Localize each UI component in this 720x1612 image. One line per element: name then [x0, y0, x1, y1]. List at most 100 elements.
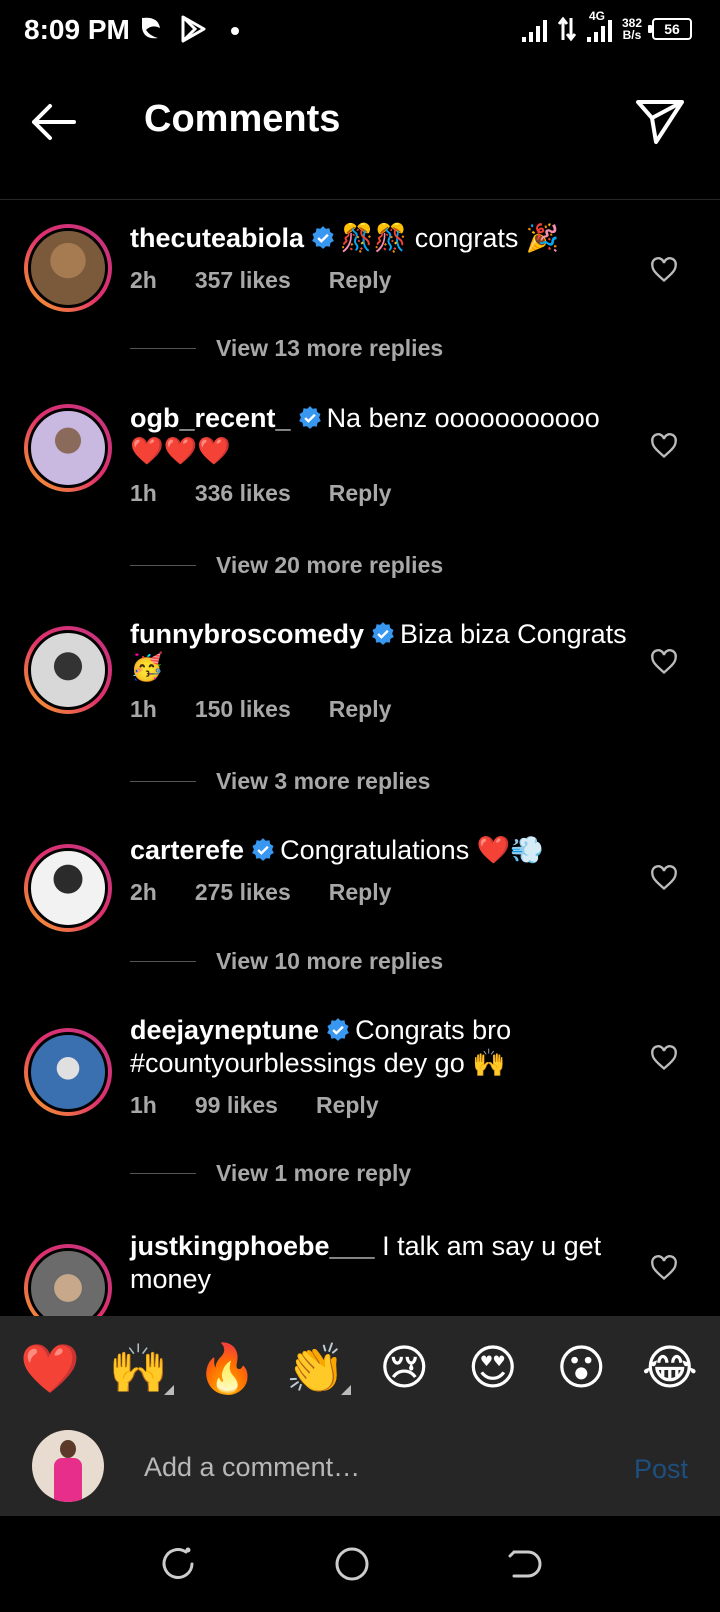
back-arrow-icon[interactable] [26, 94, 82, 150]
comment-time: 1h [130, 1092, 157, 1118]
view-replies-label: View 13 more replies [216, 335, 444, 361]
avatar[interactable] [24, 404, 112, 492]
like-heart-icon[interactable] [650, 864, 678, 892]
view-replies-label: View 1 more reply [216, 1160, 412, 1186]
like-heart-icon[interactable] [650, 1254, 678, 1282]
replies-divider [130, 1173, 196, 1174]
status-right: 4G 382 B/s 56 [521, 10, 692, 42]
verified-badge-icon [327, 1018, 349, 1041]
comment-likes[interactable]: 99 likes [195, 1092, 278, 1119]
avatar[interactable] [24, 224, 112, 312]
verified-badge-icon [252, 838, 274, 861]
comment-item: justkingphoebe___ I talk am say u get mo… [0, 1230, 720, 1316]
comment-input[interactable]: Add a comment… [144, 1452, 360, 1483]
emoji-raised-hands-glyph: 🙌 [108, 1342, 169, 1396]
avatar-head [60, 1440, 76, 1458]
back-nav-icon[interactable] [506, 1544, 546, 1584]
comment-text: 🎊🎊 congrats 🎉 [340, 223, 560, 253]
verified-badge-icon [298, 406, 321, 429]
comment-item: deejayneptune Congrats bro #countyourbles… [0, 1014, 720, 1119]
emoji-surprised[interactable]: 😮 [546, 1340, 616, 1396]
play-store-icon [181, 15, 206, 43]
comment-username[interactable]: justkingphoebe___ [130, 1231, 375, 1261]
view-replies-label: View 10 more replies [216, 948, 444, 974]
reply-button[interactable]: Reply [329, 879, 392, 906]
reply-button[interactable]: Reply [316, 1092, 379, 1119]
net-speed: 382 B/s [622, 17, 642, 41]
like-heart-icon[interactable] [650, 1044, 678, 1072]
comment-username[interactable]: ogb_recent_ [130, 403, 291, 433]
current-user-avatar[interactable] [32, 1430, 104, 1502]
page-title: Comments [144, 98, 341, 140]
reply-button[interactable]: Reply [329, 696, 392, 723]
view-replies-button[interactable]: View 1 more reply [130, 1160, 411, 1187]
comment-likes[interactable]: 357 likes [195, 267, 291, 294]
notification-dot-icon [231, 27, 239, 35]
emoji-raised-hands[interactable]: 🙌 [104, 1340, 174, 1397]
view-replies-button[interactable]: View 20 more replies [130, 552, 443, 579]
comment-time: 1h [130, 696, 157, 722]
avatar-body [54, 1458, 82, 1502]
emoji-heart[interactable]: ❤️ [15, 1340, 85, 1397]
app-notification-icon [142, 17, 160, 39]
home-icon[interactable] [332, 1544, 372, 1584]
avatar[interactable] [24, 626, 112, 714]
like-heart-icon[interactable] [650, 648, 678, 676]
net-speed-unit: B/s [622, 28, 642, 42]
status-time: 8:09 PM [24, 14, 130, 45]
emoji-reaction-bar: ❤️ 🙌 🔥 👏 😢 😍 😮 😂 [0, 1316, 720, 1420]
reply-button[interactable]: Reply [329, 480, 392, 507]
emoji-clap[interactable]: 👏 [281, 1340, 351, 1397]
comment-item: carterefe Congratulations ❤️💨 2h 275 like… [0, 834, 720, 932]
avatar[interactable] [24, 844, 112, 932]
signal-4g: 4G [586, 10, 612, 42]
emoji-clap-glyph: 👏 [285, 1342, 346, 1396]
like-heart-icon[interactable] [650, 432, 678, 460]
view-replies-button[interactable]: View 10 more replies [130, 948, 443, 975]
avatar[interactable] [24, 1028, 112, 1116]
comment-username[interactable]: carterefe [130, 835, 244, 865]
view-replies-button[interactable]: View 13 more replies [130, 335, 443, 362]
skin-tone-indicator [340, 1384, 351, 1395]
recents-icon[interactable] [158, 1544, 198, 1584]
signal-icon [521, 16, 547, 42]
skin-tone-indicator [163, 1384, 174, 1395]
replies-divider [130, 348, 196, 349]
comment-time: 2h [130, 267, 157, 293]
verified-badge-icon [372, 622, 394, 645]
comment-time: 2h [130, 879, 157, 905]
comment-likes[interactable]: 336 likes [195, 480, 291, 507]
comment-text: Congratulations ❤️💨 [280, 835, 544, 865]
battery-level: 56 [664, 21, 680, 37]
emoji-crying[interactable]: 😢 [369, 1340, 439, 1396]
comment-username[interactable]: thecuteabiola [130, 223, 304, 253]
status-bar: 8:09 PM 4G 382 B/s 56 [0, 0, 720, 64]
replies-divider [130, 781, 196, 782]
comment-username[interactable]: deejayneptune [130, 1015, 319, 1045]
share-icon[interactable] [634, 94, 686, 146]
comment-likes[interactable]: 150 likes [195, 696, 291, 723]
replies-divider [130, 961, 196, 962]
system-nav-bar [0, 1516, 720, 1612]
comment-likes[interactable]: 275 likes [195, 879, 291, 906]
comment-item: funnybroscomedy Biza biza Congrats 🥳 1h 1… [0, 618, 720, 723]
header: Comments [0, 64, 720, 200]
verified-badge-icon [312, 226, 334, 249]
comment-username[interactable]: funnybroscomedy [130, 619, 364, 649]
network-type: 4G [588, 9, 605, 23]
data-arrows-icon [557, 16, 577, 42]
reply-button[interactable]: Reply [329, 267, 392, 294]
view-replies-label: View 3 more replies [216, 768, 431, 794]
emoji-laughing[interactable]: 😂 [635, 1340, 705, 1396]
avatar[interactable] [24, 1244, 112, 1316]
post-button[interactable]: Post [634, 1454, 688, 1485]
comment-list[interactable]: thecuteabiola 🎊🎊 congrats 🎉 2h 357 likes … [0, 200, 720, 1316]
replies-divider [130, 565, 196, 566]
comment-composer: Add a comment… Post [0, 1420, 720, 1516]
view-replies-button[interactable]: View 3 more replies [130, 768, 430, 795]
view-replies-label: View 20 more replies [216, 552, 444, 578]
emoji-heart-eyes[interactable]: 😍 [458, 1340, 528, 1396]
battery-icon: 56 [648, 18, 692, 40]
emoji-fire[interactable]: 🔥 [192, 1340, 262, 1397]
like-heart-icon[interactable] [650, 256, 678, 284]
